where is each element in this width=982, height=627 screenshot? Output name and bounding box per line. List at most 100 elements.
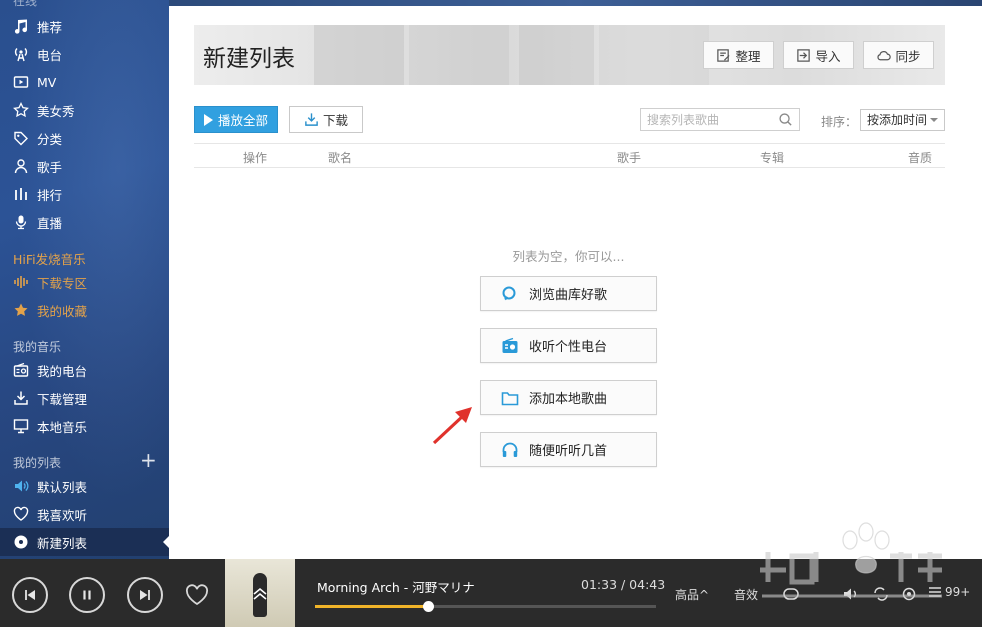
sidebar-section-online: 在线 (13, 0, 38, 8)
play-queue-button[interactable]: 99+ (928, 585, 970, 599)
sidebar-item-label: 我的收藏 (37, 303, 88, 319)
organize-label: 整理 (735, 48, 761, 64)
sidebar-item-my-radio[interactable]: 我的电台 (0, 356, 169, 384)
page-title: 新建列表 (203, 46, 295, 72)
sidebar-item-download-manager[interactable]: 下载管理 (0, 384, 169, 412)
sidebar-item-label: 下载管理 (37, 391, 88, 407)
banner-artwork (409, 25, 509, 85)
disc-icon (12, 533, 30, 551)
pause-icon (83, 590, 91, 600)
banner-artwork (519, 25, 594, 85)
headphones-icon (502, 442, 518, 457)
list-banner: 新建列表 整理 导入 同步 (194, 25, 945, 85)
sidebar-section-hifi: HiFi发烧音乐 (13, 252, 86, 267)
sidebar-item-label: 电台 (37, 47, 63, 63)
list-search (640, 108, 800, 131)
play-all-label: 播放全部 (217, 113, 268, 128)
sidebar-item-category[interactable]: 分类 (0, 124, 169, 152)
search-icon (502, 286, 516, 300)
volume-icon (844, 588, 856, 600)
download-button[interactable]: 下载 (289, 106, 363, 133)
sync-button[interactable]: 同步 (863, 41, 934, 69)
sidebar-item-new-list[interactable]: 新建列表 (0, 528, 169, 556)
sort-value: 按添加时间 (867, 113, 928, 127)
sidebar-item-label: 新建列表 (37, 535, 88, 551)
expand-up-icon[interactable] (251, 585, 269, 603)
pause-button[interactable] (69, 577, 105, 613)
sound-effects-button[interactable]: 音效 (734, 586, 758, 603)
volume-button[interactable] (842, 585, 860, 603)
cloud-icon (877, 50, 892, 60)
organize-button[interactable]: 整理 (703, 41, 774, 69)
music-note-icon (12, 17, 30, 35)
sidebar-item-i-like[interactable]: 我喜欢听 (0, 500, 169, 528)
column-header-actions[interactable]: 操作 (243, 149, 267, 166)
bars-chart-icon (12, 185, 30, 203)
favorite-heart-icon[interactable] (185, 584, 209, 606)
search-icon[interactable] (778, 112, 793, 127)
sidebar-item-recommend[interactable]: 推荐 (0, 12, 169, 40)
sidebar-section-my-music: 我的音乐 (13, 340, 62, 354)
sidebar-item-mv[interactable]: MV (0, 68, 169, 96)
browse-library-button[interactable]: 浏览曲库好歌 (480, 276, 657, 311)
column-header-album[interactable]: 专辑 (760, 149, 784, 166)
edit-list-icon (717, 48, 731, 62)
quality-selector[interactable]: 高品^ (675, 586, 709, 603)
chevron-up-icon: ^ (699, 588, 710, 602)
browse-library-label: 浏览曲库好歌 (529, 288, 608, 303)
column-header-title[interactable]: 歌名 (328, 149, 352, 166)
sidebar-item-singer[interactable]: 歌手 (0, 152, 169, 180)
sidebar-item-local-music[interactable]: 本地音乐 (0, 412, 169, 440)
download-icon (305, 113, 318, 126)
import-button[interactable]: 导入 (783, 41, 854, 69)
settings-button[interactable] (900, 585, 918, 603)
column-header-quality[interactable]: 音质 (908, 149, 932, 166)
sidebar-item-radio[interactable]: 电台 (0, 40, 169, 68)
play-mode-button[interactable] (872, 585, 890, 603)
sidebar-item-label: 默认列表 (37, 479, 88, 495)
sync-label: 同步 (895, 48, 921, 64)
queue-count: 99+ (945, 585, 971, 599)
sidebar-section-my-lists: 我的列表 (13, 456, 62, 470)
now-playing-title: Morning Arch - 河野マリナ (317, 580, 475, 595)
sidebar-item-label: 下载专区 (37, 275, 88, 291)
album-cover[interactable] (225, 559, 295, 627)
playback-time: 01:33 / 04:43 (581, 577, 666, 592)
next-track-button[interactable] (127, 577, 163, 613)
lyrics-icon (783, 588, 799, 600)
microphone-icon (12, 213, 30, 231)
sidebar-item-live[interactable]: 直播 (0, 208, 169, 236)
skip-previous-icon (25, 590, 35, 600)
radio-box-icon (12, 361, 30, 379)
lyrics-button[interactable] (782, 585, 800, 603)
progress-bar[interactable] (315, 601, 656, 612)
progress-handle[interactable] (422, 601, 434, 612)
repeat-icon (874, 587, 888, 601)
sidebar-item-my-favorites[interactable]: 我的收藏 (0, 296, 169, 324)
personal-radio-button[interactable]: 收听个性电台 (480, 328, 657, 363)
list-search-input[interactable] (641, 109, 769, 131)
sidebar-item-default-list[interactable]: 默认列表 (0, 472, 169, 500)
folder-icon (501, 391, 519, 405)
column-header-artist[interactable]: 歌手 (617, 149, 641, 166)
star-outline-icon (12, 101, 30, 119)
sidebar: 在线 推荐 电台 MV 美女秀 分类 歌手 排行 直播 HiFi发烧音乐 下载专… (0, 0, 169, 559)
sidebar-item-label: 美女秀 (37, 103, 75, 119)
personal-radio-label: 收听个性电台 (529, 340, 608, 355)
sidebar-item-label: 我喜欢听 (37, 507, 88, 523)
random-listen-label: 随便听听几首 (529, 444, 608, 459)
person-icon (12, 157, 30, 175)
speaker-icon (12, 477, 30, 495)
banner-artwork (314, 25, 404, 85)
sidebar-item-ranking[interactable]: 排行 (0, 180, 169, 208)
add-list-button[interactable]: + (140, 450, 157, 470)
random-listen-button[interactable]: 随便听听几首 (480, 432, 657, 467)
sidebar-item-beauty-show[interactable]: 美女秀 (0, 96, 169, 124)
play-all-button[interactable]: 播放全部 (194, 106, 278, 133)
sort-select[interactable]: 按添加时间 (860, 109, 945, 131)
add-local-songs-button[interactable]: 添加本地歌曲 (480, 380, 657, 415)
sidebar-item-download-zone[interactable]: 下载专区 (0, 268, 169, 296)
download-label: 下载 (322, 113, 348, 128)
skip-next-icon (140, 590, 150, 600)
previous-track-button[interactable] (12, 577, 48, 613)
